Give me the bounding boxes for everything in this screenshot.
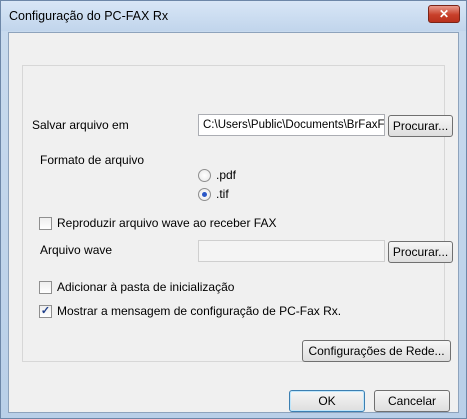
play-wave-checkbox[interactable] xyxy=(39,217,52,230)
close-button[interactable]: ✕ xyxy=(428,5,460,23)
dialog-window: Configuração do PC-FAX Rx ✕ Salvar arqui… xyxy=(0,0,467,419)
cancel-button[interactable]: Cancelar xyxy=(374,390,450,412)
wave-file-browse-button[interactable]: Procurar... xyxy=(388,241,453,263)
save-to-path-field[interactable]: C:\Users\Public\Documents\BrFaxF xyxy=(198,114,385,136)
wave-file-field[interactable] xyxy=(198,240,385,262)
save-to-label: Salvar arquivo em xyxy=(32,118,129,132)
format-tif-radio[interactable] xyxy=(198,188,211,201)
format-pdf-radio[interactable] xyxy=(198,169,211,182)
close-icon: ✕ xyxy=(438,7,450,21)
format-tif-label: .tif xyxy=(216,187,229,201)
window-title: Configuração do PC-FAX Rx xyxy=(9,9,169,23)
show-message-label: Mostrar a mensagem de configuração de PC… xyxy=(57,304,342,318)
add-startup-label: Adicionar à pasta de inicialização xyxy=(57,280,235,294)
save-to-browse-button[interactable]: Procurar... xyxy=(388,115,453,137)
wave-file-label: Arquivo wave xyxy=(40,243,113,257)
show-message-checkbox[interactable]: ✓ xyxy=(39,305,52,318)
format-pdf-label: .pdf xyxy=(216,168,237,182)
add-startup-checkbox[interactable] xyxy=(39,281,52,294)
checkmark-icon: ✓ xyxy=(40,305,51,317)
file-format-label: Formato de arquivo xyxy=(40,153,145,167)
play-wave-label: Reproduzir arquivo wave ao receber FAX xyxy=(57,216,277,230)
title-bar[interactable]: Configuração do PC-FAX Rx ✕ xyxy=(1,1,466,31)
ok-button[interactable]: OK xyxy=(289,390,365,412)
settings-panel: Salvar arquivo em C:\Users\Public\Docume… xyxy=(22,65,453,362)
network-settings-button[interactable]: Configurações de Rede... xyxy=(302,340,451,362)
dialog-client-area: Salvar arquivo em C:\Users\Public\Docume… xyxy=(8,32,459,413)
